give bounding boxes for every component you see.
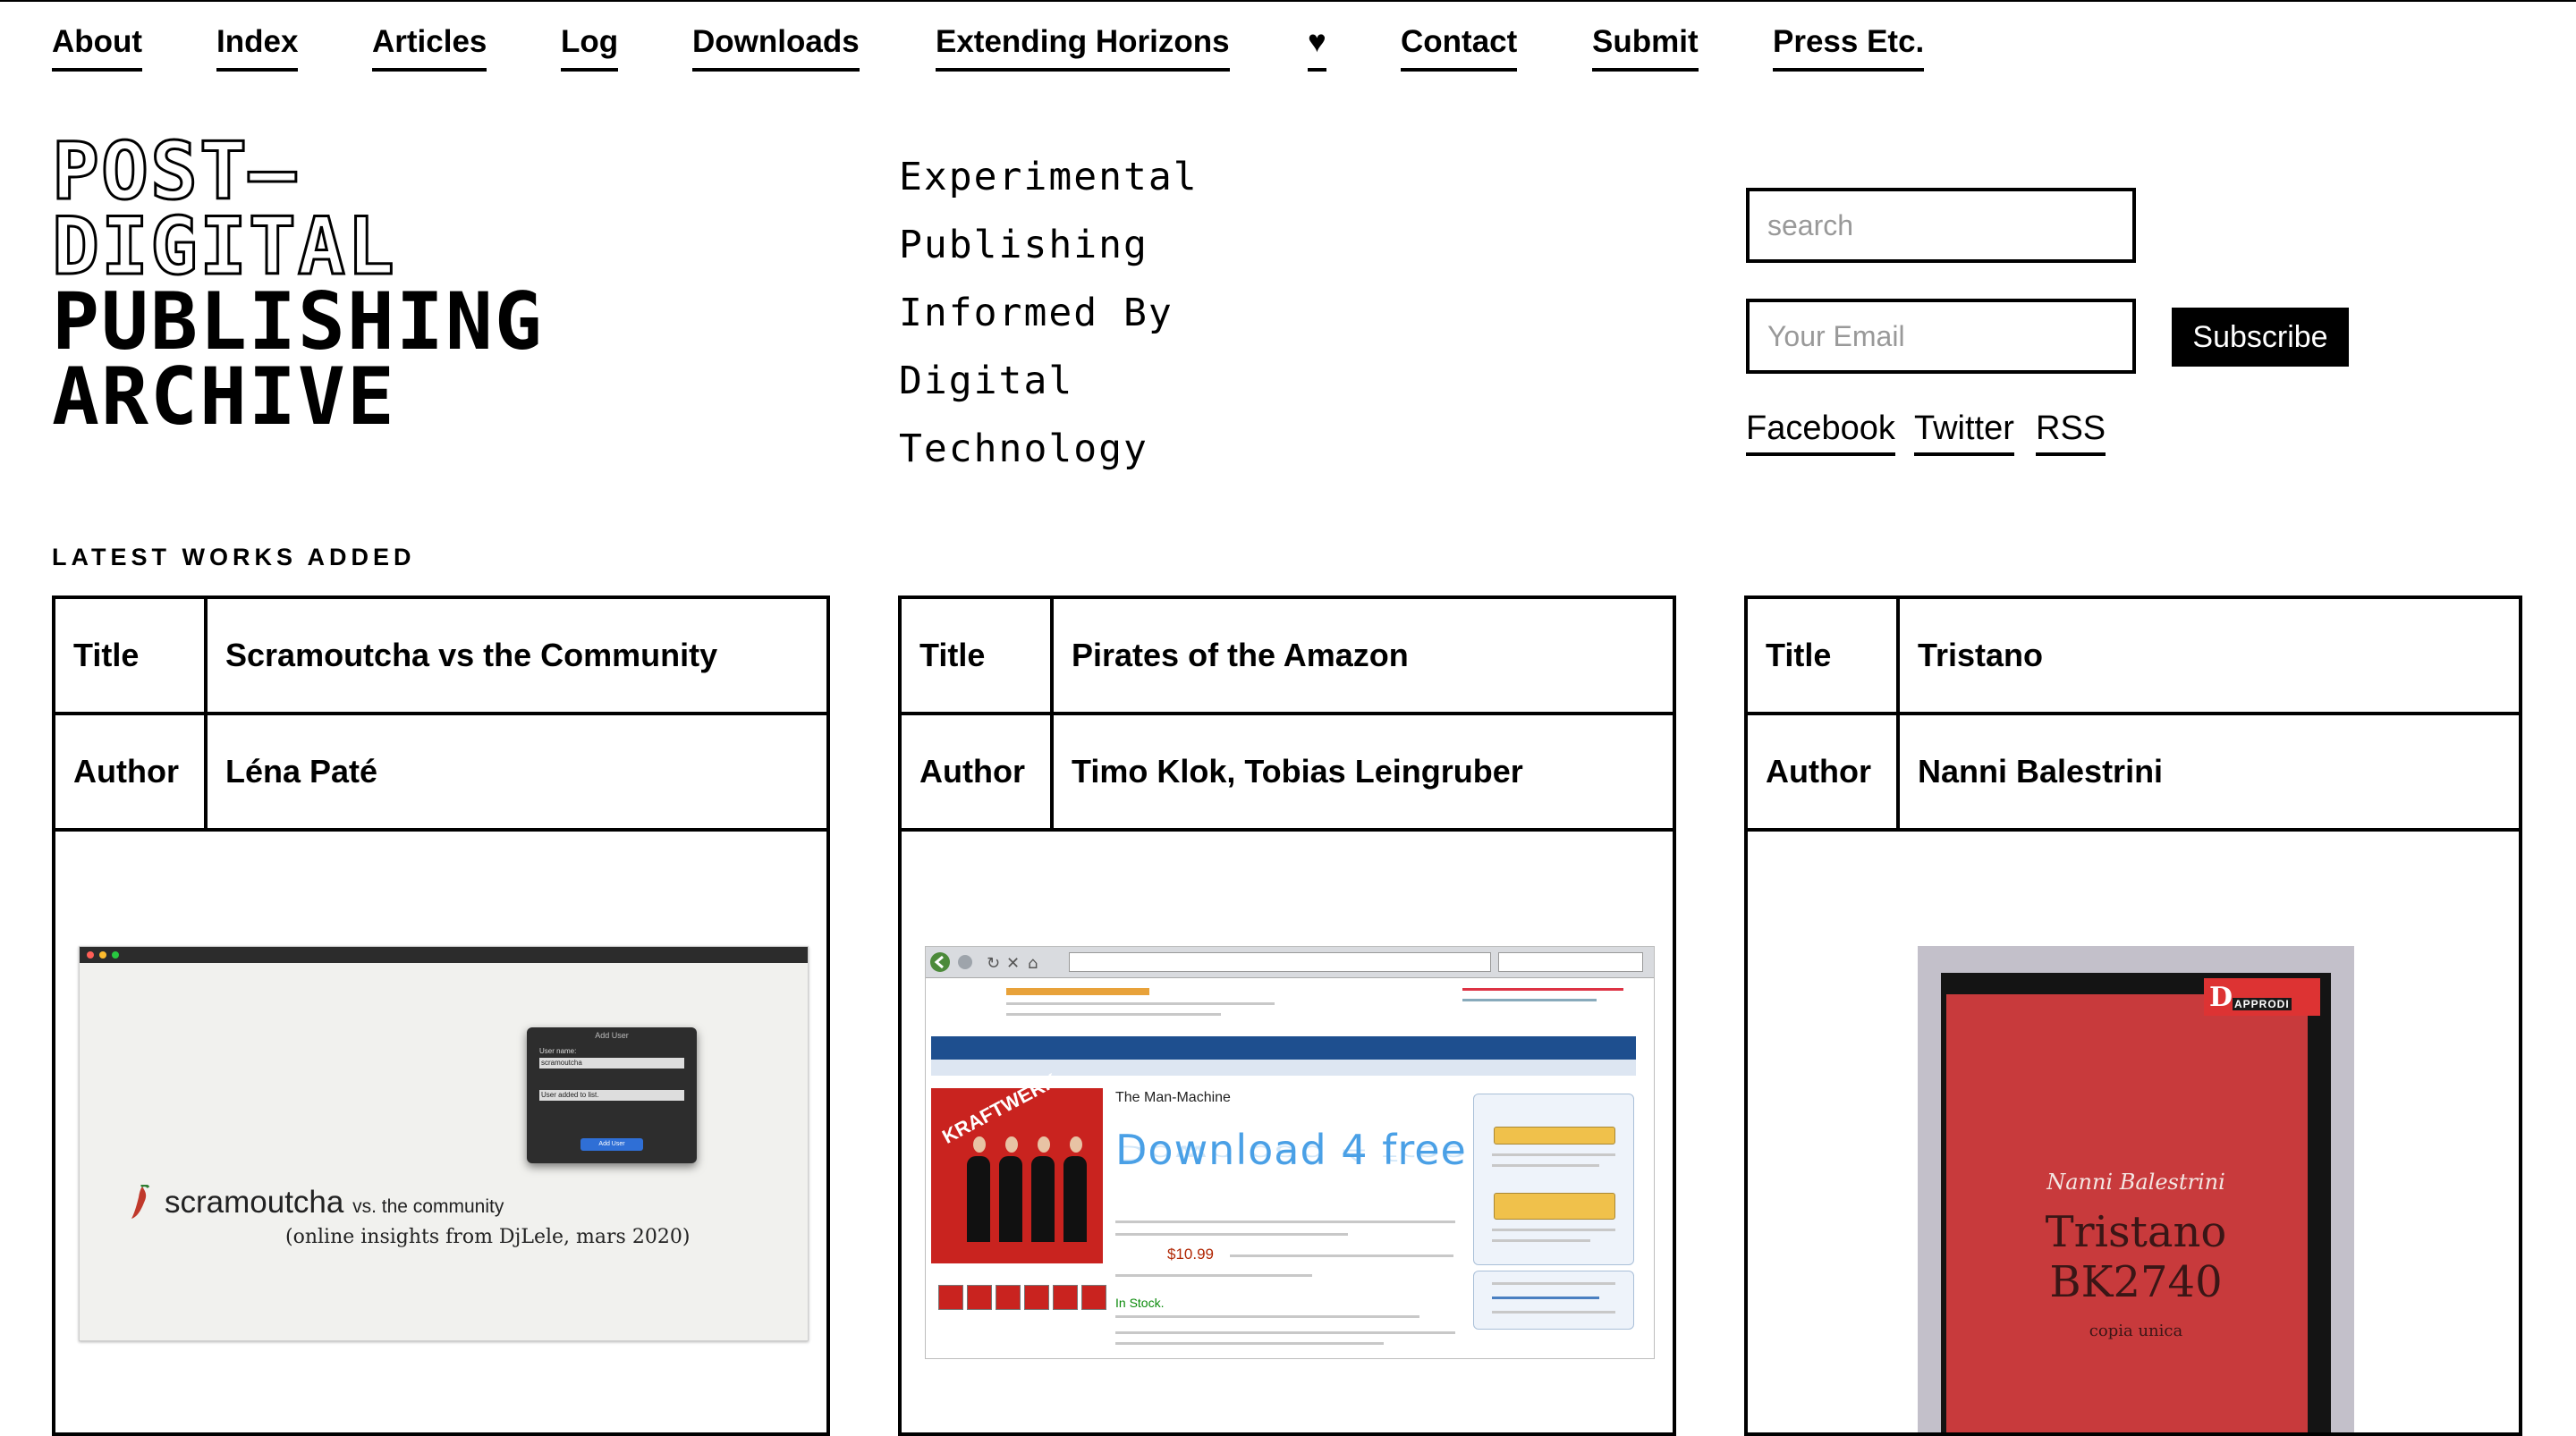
publisher-initial: D <box>2209 982 2233 1013</box>
dialog-field-value: scramoutcha <box>539 1058 684 1069</box>
work-title[interactable]: Tristano <box>1918 599 2510 712</box>
nav-heart-icon[interactable]: ♥ <box>1308 21 1326 72</box>
nav-log[interactable]: Log <box>561 21 619 72</box>
publisher-tag: APPRODI <box>2233 998 2292 1010</box>
latest-works-heading: LATEST WORKS ADDED <box>52 544 416 570</box>
svg-text:⌂: ⌂ <box>1028 954 1038 973</box>
thumbnail-subtitle: (online insights from DjLele, mars 2020) <box>285 1226 691 1248</box>
album-cover: KRAFTWERK <box>931 1069 1103 1263</box>
product-title: The Man-Machine <box>1115 1090 1231 1105</box>
top-rule <box>0 0 2576 2</box>
browser-search-bar <box>1498 952 1643 972</box>
work-title[interactable]: Scramoutcha vs the Community <box>225 599 818 712</box>
title-row: Title Scramoutcha vs the Community <box>55 599 826 715</box>
wordmark-small: vs. the community <box>352 1196 504 1217</box>
title-row: Title Pirates of the Amazon <box>902 599 1673 715</box>
amazon-sub-nav <box>931 1060 1636 1076</box>
browser-url-bar <box>1069 952 1491 972</box>
svg-text:✕: ✕ <box>1006 954 1020 973</box>
buy-box <box>1473 1094 1634 1265</box>
work-author[interactable]: Léna Paté <box>225 715 818 828</box>
title-row: Title Tristano <box>1748 599 2519 715</box>
dialog-title: Add User <box>595 1031 629 1040</box>
search-input[interactable] <box>1746 188 2136 263</box>
logo-line-archive: ARCHIVE <box>52 351 396 443</box>
author-row: Author Timo Klok, Tobias Leingruber <box>902 715 1673 832</box>
work-title[interactable]: Pirates of the Amazon <box>1072 599 1664 712</box>
tagline-line: Experimental <box>899 155 1199 199</box>
svg-text:↻: ↻ <box>987 954 1000 973</box>
twitter-link[interactable]: Twitter <box>1914 408 2014 456</box>
wordmark-main: scramoutcha <box>165 1185 344 1220</box>
site-logo[interactable]: POST— DIGITAL PUBLISHING ARCHIVE <box>51 125 544 443</box>
rss-link[interactable]: RSS <box>2036 408 2106 456</box>
nav-articles[interactable]: Articles <box>372 21 487 72</box>
tagline-line: Digital <box>899 359 1074 403</box>
site-tagline: Experimental Publishing Informed By Digi… <box>899 143 1199 483</box>
tagline-line: Technology <box>899 427 1148 471</box>
browser-chrome: ↻ ✕ ⌂ <box>926 947 1654 978</box>
title-label: Title <box>55 599 208 712</box>
work-card[interactable]: Title Pirates of the Amazon Author Timo … <box>898 596 1676 1436</box>
dialog-field-label: User name: <box>539 1047 577 1055</box>
tagline-line: Informed By <box>899 291 1174 335</box>
author-label: Author <box>55 715 208 828</box>
title-label: Title <box>902 599 1054 712</box>
nav-index[interactable]: Index <box>216 21 299 72</box>
author-row: Author Léna Paté <box>55 715 826 832</box>
publisher-badge: D APPRODI <box>2204 978 2320 1016</box>
scramoutcha-wordmark: scramoutcha vs. the community <box>165 1185 504 1221</box>
work-card[interactable]: Title Tristano Author Nanni Balestrini D… <box>1744 596 2522 1436</box>
more-buying-choices <box>1473 1271 1634 1330</box>
book-title-line-1: Tristano <box>2045 1207 2227 1257</box>
add-user-dialog: Add User User name: scramoutcha User add… <box>527 1027 697 1163</box>
work-card[interactable]: Title Scramoutcha vs the Community Autho… <box>52 596 830 1436</box>
nav-extending-horizons[interactable]: Extending Horizons <box>936 21 1230 72</box>
email-field[interactable] <box>1746 299 2136 374</box>
stock-status: In Stock. <box>1115 1296 1165 1310</box>
logo-line-digital: DIGITAL <box>51 200 396 292</box>
nav-submit[interactable]: Submit <box>1592 21 1699 72</box>
work-thumbnail[interactable]: D APPRODI Nanni Balestrini Tristano BK27… <box>1918 946 2354 1432</box>
logo-line-post: POST— <box>51 125 298 217</box>
dialog-status-text: User added to list. <box>539 1090 684 1101</box>
product-price: $10.99 <box>1167 1246 1214 1263</box>
nav-press-etc[interactable]: Press Etc. <box>1773 21 1925 72</box>
subscribe-button[interactable]: Subscribe <box>2172 308 2349 367</box>
chili-icon <box>131 1185 150 1219</box>
title-label: Title <box>1748 599 1900 712</box>
book-title-line-2: BK2740 <box>2049 1257 2223 1307</box>
book-author: Nanni Balestrini <box>2046 1170 2225 1195</box>
dialog-add-user-button: Add User <box>580 1138 643 1151</box>
download-banner-reflection: Download 4 free <box>1115 1141 1467 1165</box>
amazon-nav-bar <box>931 1036 1636 1060</box>
nav-about[interactable]: About <box>52 21 143 72</box>
author-label: Author <box>902 715 1054 828</box>
book-note: copia unica <box>2089 1322 2183 1340</box>
work-author[interactable]: Nanni Balestrini <box>1918 715 2510 828</box>
nav-contact[interactable]: Contact <box>1401 21 1518 72</box>
work-thumbnail[interactable]: Add User User name: scramoutcha User add… <box>79 946 809 1341</box>
browser-nav-icons: ↻ ✕ ⌂ <box>930 952 1038 973</box>
window-titlebar <box>80 947 808 963</box>
album-thumbs <box>938 1285 1110 1314</box>
work-author[interactable]: Timo Klok, Tobias Leingruber <box>1072 715 1664 828</box>
work-thumbnail[interactable]: ↻ ✕ ⌂ KRAFTWERK The Man-Machine Download… <box>925 946 1655 1359</box>
author-label: Author <box>1748 715 1900 828</box>
facebook-link[interactable]: Facebook <box>1746 408 1895 456</box>
nav-downloads[interactable]: Downloads <box>692 21 860 72</box>
author-row: Author Nanni Balestrini <box>1748 715 2519 832</box>
tagline-line: Publishing <box>899 223 1148 267</box>
book-title: Tristano BK2740 <box>1918 1207 2354 1307</box>
logo-line-publishing: PUBLISHING <box>52 275 544 367</box>
